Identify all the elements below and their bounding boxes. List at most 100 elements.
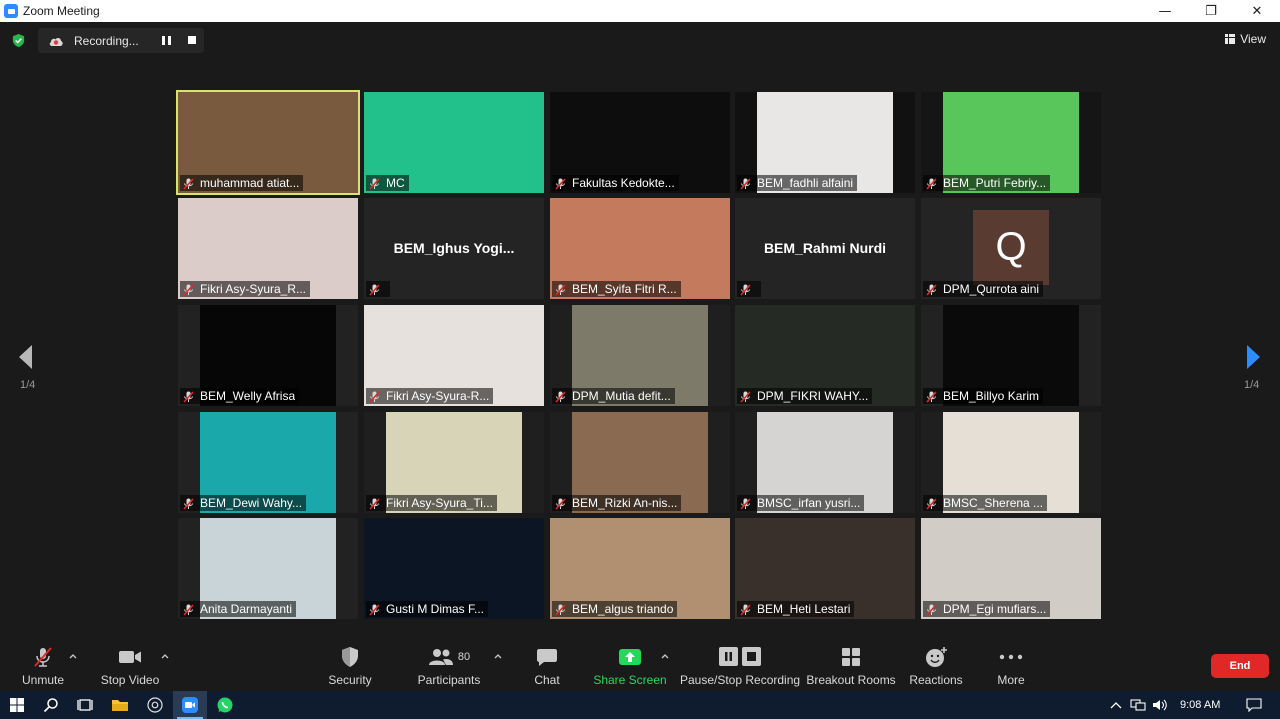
pause-recording-icon[interactable] [162, 36, 171, 45]
more-label: More [997, 673, 1025, 687]
previous-page-arrow-icon[interactable] [16, 342, 36, 372]
participant-name-bar [366, 281, 390, 297]
participant-tile[interactable]: BEM_Rahmi Nurdi [735, 198, 915, 299]
participant-name: MC [386, 176, 405, 190]
muted-microphone-icon [926, 603, 937, 616]
participant-tile[interactable]: BMSC_Sherena ... [921, 412, 1101, 513]
muted-microphone-icon [183, 390, 194, 403]
participant-tile[interactable]: Fakultas Kedokte... [550, 92, 730, 193]
breakout-rooms-label: Breakout Rooms [806, 673, 896, 687]
muted-microphone-icon [555, 603, 566, 616]
show-hidden-icons-icon[interactable] [1110, 701, 1122, 709]
taskbar-search-button[interactable] [34, 691, 68, 719]
participant-tile[interactable]: BEM_Heti Lestari [735, 518, 915, 619]
close-button[interactable]: ✕ [1234, 0, 1280, 22]
grid-view-icon [1225, 34, 1236, 44]
participant-tile[interactable]: BEM_Rizki An-nis... [550, 412, 730, 513]
zoom-app-icon [4, 4, 18, 18]
audio-options-caret-icon[interactable] [69, 653, 77, 659]
notifications-icon[interactable] [1246, 698, 1262, 712]
page-indicator-right: 1/4 [1244, 379, 1260, 391]
security-shield-icon [342, 647, 358, 667]
volume-icon[interactable] [1152, 698, 1168, 712]
participant-tile[interactable]: DPM_Egi mufiars... [921, 518, 1101, 619]
taskbar-chrome[interactable] [138, 691, 172, 719]
muted-microphone-icon [740, 177, 751, 190]
end-meeting-button[interactable]: End [1211, 654, 1269, 678]
muted-microphone-icon [555, 390, 566, 403]
participant-name-bar [737, 281, 761, 297]
clock[interactable]: 9:08 AM [1180, 699, 1220, 711]
participant-tile[interactable]: DPM_FIKRI WAHY... [735, 305, 915, 406]
restore-button[interactable]: ❐ [1188, 0, 1234, 22]
stop-recording-icon[interactable] [188, 36, 196, 44]
participant-tile[interactable]: Fikri Asy-Syura-R... [364, 305, 544, 406]
chat-label: Chat [534, 673, 560, 687]
muted-microphone-icon [369, 177, 380, 190]
video-options-caret-icon[interactable] [161, 653, 169, 659]
participant-name-bar: BMSC_Sherena ... [923, 495, 1048, 511]
pause-stop-recording-button[interactable]: Pause/Stop Recording [680, 635, 800, 691]
meeting-area: Recording... View 1/4 1/4 muhammad atiat… [0, 22, 1280, 635]
windows-start-button[interactable] [0, 691, 34, 719]
participant-tile[interactable]: Q DPM_Qurrota aini [921, 198, 1101, 299]
muted-microphone-icon [926, 390, 937, 403]
view-label: View [1240, 32, 1266, 46]
taskbar-whatsapp[interactable] [208, 691, 242, 719]
muted-microphone-icon [369, 603, 380, 616]
security-button[interactable]: Security [322, 635, 378, 691]
participant-tile[interactable]: BEM_Putri Febriy... [921, 92, 1101, 193]
participant-name: DPM_FIKRI WAHY... [757, 389, 869, 403]
participant-name-bar: Gusti M Dimas F... [366, 601, 489, 617]
more-button[interactable]: More [988, 635, 1034, 691]
participant-name: BEM_Heti Lestari [757, 602, 851, 616]
participant-tile[interactable]: Fikri Asy-Syura_R... [178, 198, 358, 299]
muted-microphone-icon [369, 497, 380, 510]
next-page-arrow-icon[interactable] [1243, 342, 1263, 372]
participant-name-bar: BEM_Dewi Wahy... [180, 495, 307, 511]
breakout-rooms-button[interactable]: Breakout Rooms [806, 635, 896, 691]
reactions-button[interactable]: Reactions [906, 635, 966, 691]
recording-label: Recording... [74, 33, 139, 48]
participant-name-bar: DPM_FIKRI WAHY... [737, 388, 873, 404]
participant-tile[interactable]: BMSC_irfan yusri... [735, 412, 915, 513]
muted-microphone-icon [369, 390, 380, 403]
participant-tile[interactable]: BEM_fadhli alfaini [735, 92, 915, 193]
participant-tile[interactable]: Gusti M Dimas F... [364, 518, 544, 619]
participant-tile[interactable]: BEM_Billyo Karim [921, 305, 1101, 406]
participants-options-caret-icon[interactable] [494, 653, 502, 659]
participant-name-bar: Anita Darmayanti [180, 601, 297, 617]
participant-tile[interactable]: Fikri Asy-Syura_Ti... [364, 412, 544, 513]
stop-video-button[interactable]: Stop Video [96, 635, 164, 691]
control-bar: Unmute Stop Video Security 80 Participan… [0, 635, 1280, 691]
participant-tile[interactable]: muhammad atiat... [176, 90, 360, 195]
participant-name-bar: BMSC_irfan yusri... [737, 495, 865, 511]
encryption-shield-icon[interactable] [11, 33, 26, 48]
participant-tile[interactable]: BEM_Welly Afrisa [178, 305, 358, 406]
participant-tile[interactable]: DPM_Mutia defit... [550, 305, 730, 406]
security-label: Security [328, 673, 372, 687]
share-screen-button[interactable]: Share Screen [593, 635, 667, 691]
participants-label: Participants [417, 673, 481, 687]
participant-tile[interactable]: BEM_Syifa Fitri R... [550, 198, 730, 299]
task-view-button[interactable] [68, 691, 102, 719]
network-icon[interactable] [1130, 698, 1146, 712]
participant-name-bar: DPM_Qurrota aini [923, 281, 1044, 297]
participant-tile[interactable]: BEM_algus triando [550, 518, 730, 619]
view-button[interactable]: View [1225, 32, 1266, 46]
participant-name-bar: BEM_Billyo Karim [923, 388, 1044, 404]
participant-name: Fikri Asy-Syura_Ti... [386, 496, 493, 510]
minimize-button[interactable]: — [1142, 0, 1188, 22]
participant-tile[interactable]: BEM_Ighus Yogi... [364, 198, 544, 299]
participants-button[interactable]: 80 Participants [416, 635, 482, 691]
chat-button[interactable]: Chat [527, 635, 567, 691]
participant-tile[interactable]: Anita Darmayanti [178, 518, 358, 619]
unmute-label: Unmute [21, 673, 65, 687]
taskbar-file-explorer[interactable] [103, 691, 137, 719]
share-options-caret-icon[interactable] [661, 653, 669, 659]
taskbar-zoom[interactable] [173, 691, 207, 719]
participant-tile[interactable]: BEM_Dewi Wahy... [178, 412, 358, 513]
window-title: Zoom Meeting [23, 4, 100, 18]
unmute-button[interactable]: Unmute [14, 635, 72, 691]
participant-tile[interactable]: MC [364, 92, 544, 193]
